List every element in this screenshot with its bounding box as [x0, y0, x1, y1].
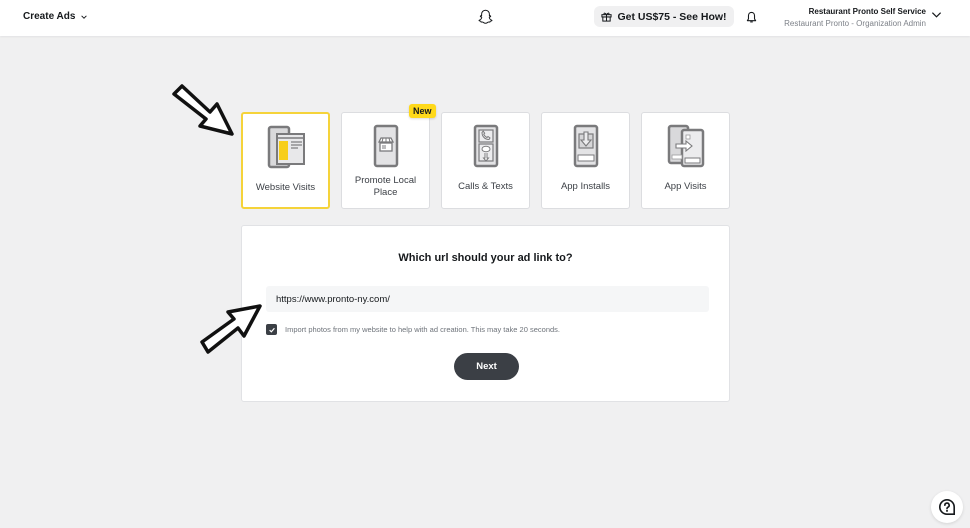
- calls-texts-icon: [473, 124, 498, 168]
- help-button[interactable]: [931, 491, 963, 523]
- gift-icon: [601, 12, 613, 22]
- create-ads-menu[interactable]: Create Ads: [23, 11, 88, 22]
- account-name: Restaurant Pronto Self Service: [808, 7, 926, 16]
- import-photos-checkbox[interactable]: [266, 324, 277, 335]
- objective-label: Website Visits: [255, 182, 316, 193]
- chevron-down-icon: [81, 14, 88, 19]
- promo-button[interactable]: Get US$75 - See How!: [594, 6, 734, 27]
- objective-app-installs[interactable]: App Installs: [541, 112, 630, 209]
- objective-app-visits[interactable]: App Visits: [641, 112, 730, 209]
- local-place-icon: [373, 124, 398, 168]
- objective-label: App Visits: [664, 181, 707, 192]
- annotation-arrow-icon: [200, 304, 262, 354]
- bell-icon[interactable]: [746, 11, 757, 24]
- next-button[interactable]: Next: [454, 353, 519, 380]
- objective-calls-texts[interactable]: Calls & Texts: [441, 112, 530, 209]
- url-question: Which url should your ad link to?: [398, 252, 573, 264]
- create-ads-label: Create Ads: [23, 11, 76, 22]
- import-photos-label: Import photos from my website to help wi…: [285, 325, 560, 334]
- top-bar: Create Ads Get US$75 - See How! Restaura…: [0, 0, 970, 36]
- account-role: Restaurant Pronto - Organization Admin: [784, 19, 926, 28]
- promo-label: Get US$75 - See How!: [617, 10, 727, 23]
- chevron-down-icon[interactable]: [931, 11, 942, 19]
- objective-promote-local-place[interactable]: Promote Local Place: [341, 112, 430, 209]
- account-switcher[interactable]: Restaurant Pronto Self Service Restauran…: [784, 7, 926, 29]
- new-badge: New: [409, 104, 436, 118]
- objective-label: Promote Local Place: [354, 175, 417, 198]
- website-visits-icon: [267, 125, 305, 169]
- url-form-panel: Which url should your ad link to? Import…: [241, 225, 730, 402]
- objective-label: Calls & Texts: [458, 181, 513, 192]
- objective-label: App Installs: [560, 181, 611, 192]
- app-visits-icon: [667, 124, 704, 168]
- snapchat-ghost-icon[interactable]: [477, 8, 494, 26]
- objective-website-visits[interactable]: Website Visits: [241, 112, 330, 209]
- import-photos-row: Import photos from my website to help wi…: [266, 324, 560, 335]
- help-chat-icon: [939, 498, 956, 516]
- app-installs-icon: [573, 124, 598, 168]
- annotation-arrow-icon: [172, 84, 234, 136]
- url-input[interactable]: [266, 286, 709, 312]
- checkmark-icon: [268, 327, 275, 333]
